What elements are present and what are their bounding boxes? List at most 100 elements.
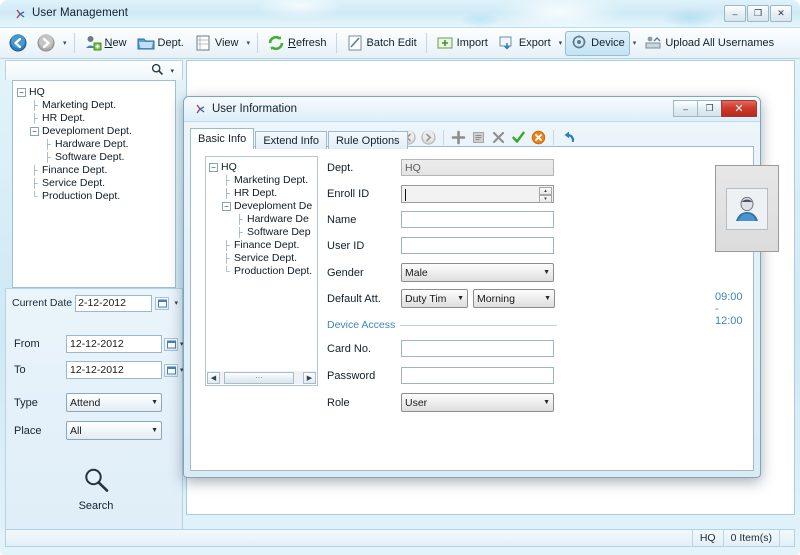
maximize-button[interactable]: ❐	[747, 5, 769, 22]
department-tree-node[interactable]: ├ Marketing Dept.	[17, 99, 171, 112]
toolbar-new-label: New	[104, 37, 127, 49]
from-calendar-icon[interactable]	[164, 337, 178, 351]
name-input[interactable]	[401, 211, 554, 228]
forward-button[interactable]	[32, 31, 60, 56]
place-select[interactable]: All ▼	[66, 421, 162, 440]
dialog-tree-node[interactable]: ├ Marketing Dept.	[209, 174, 315, 187]
tree-expander-icon[interactable]: −	[209, 162, 218, 172]
minimize-button[interactable]: –	[724, 5, 746, 22]
tree-branch-icon: ├	[31, 177, 38, 188]
current-date-calendar-icon[interactable]	[155, 296, 170, 310]
tab-rule-options[interactable]: Rule Options	[327, 131, 408, 149]
place-row: Place All ▼	[14, 421, 162, 440]
department-tree[interactable]: − HQ ├ Marketing Dept. ├ HR Dept. − Deveploment…	[12, 80, 176, 288]
toolbar-dept-button[interactable]: Dept.	[132, 31, 189, 56]
current-date-field[interactable]: 2-12-2012	[75, 294, 153, 312]
toolbar-import-button[interactable]: Import	[431, 31, 493, 56]
undo-icon[interactable]	[560, 129, 577, 146]
department-tree-node[interactable]: ├ Hardware Dept.	[17, 138, 171, 151]
user-management-window: User Management – ❐ ✕ ▾ New Dept. View ▾…	[0, 0, 800, 555]
device-caret[interactable]: ▾	[630, 39, 640, 47]
tab-basic-info[interactable]: Basic Info	[190, 128, 255, 149]
dialog-tree-node[interactable]: − Deveploment De	[209, 200, 315, 213]
dialog-tree-node[interactable]: └ Production Dept.	[209, 265, 315, 278]
from-label: From	[14, 338, 40, 350]
default-att-shift-select[interactable]: Morning ▼	[473, 289, 555, 308]
hscroll-right-arrow-icon[interactable]: ▶	[303, 371, 316, 384]
tree-expander-icon[interactable]: −	[30, 126, 39, 136]
dialog-department-tree[interactable]: − HQ ├ Marketing Dept. ├ HR Dept. − Deveploment…	[205, 156, 318, 386]
toolbar-device-button[interactable]: Device	[565, 30, 630, 56]
password-input[interactable]	[401, 367, 554, 384]
dialog-tree-nodes: − HQ ├ Marketing Dept. ├ HR Dept. − Deveploment…	[209, 161, 315, 278]
dialog-tree-hscrollbar[interactable]: ◀ ⋯ ▶	[207, 371, 316, 384]
to-calendar-icon[interactable]	[164, 363, 178, 377]
tree-expander-icon[interactable]: −	[222, 201, 231, 211]
role-select[interactable]: User ▼	[401, 393, 554, 412]
to-date-field[interactable]: 12-12-2012	[66, 361, 162, 379]
tree-node-label: Deveploment De	[234, 200, 313, 212]
enroll-id-stepper[interactable]: ▴ ▾	[401, 185, 554, 203]
user-photo-box[interactable]	[715, 165, 779, 252]
spin-down-icon[interactable]: ▾	[539, 195, 552, 203]
nav-history-caret[interactable]: ▾	[60, 39, 70, 47]
default-att-type-select[interactable]: Duty Tim ▼	[401, 289, 468, 308]
tree-node-label: Production Dept.	[234, 265, 313, 277]
view-caret[interactable]: ▾	[243, 39, 253, 47]
resize-grip-icon[interactable]	[779, 530, 794, 546]
hscroll-track[interactable]: ⋯	[220, 371, 303, 384]
add-record-icon[interactable]	[450, 129, 467, 146]
next-record-icon[interactable]	[420, 129, 437, 146]
hscroll-left-arrow-icon[interactable]: ◀	[207, 371, 220, 384]
from-date-field[interactable]: 12-12-2012	[66, 335, 162, 353]
close-button[interactable]: ✕	[770, 5, 792, 22]
department-tree-node[interactable]: ├ Service Dept.	[17, 177, 171, 190]
toolbar-export-button[interactable]: Export	[493, 31, 556, 56]
dialog-maximize-button[interactable]: ❐	[697, 100, 721, 117]
department-tree-node[interactable]: └ Production Dept.	[17, 190, 171, 203]
search-options-caret[interactable]: ▾	[168, 67, 174, 75]
toolbar-view-label: View	[214, 37, 239, 49]
toolbar-upload-all-usernames-button[interactable]: Upload All Usernames	[639, 31, 779, 56]
delete-record-icon[interactable]	[490, 129, 507, 146]
search-icon[interactable]	[151, 63, 164, 79]
toolbar-refresh-button[interactable]: Refresh	[262, 31, 332, 56]
department-tree-node[interactable]: ├ Finance Dept.	[17, 164, 171, 177]
gender-select[interactable]: Male ▼	[401, 263, 554, 282]
dialog-minimize-button[interactable]: –	[673, 100, 697, 117]
department-tree-node[interactable]: − HQ	[17, 86, 171, 99]
dialog-titlebar[interactable]: User Information – ❐ ✕	[184, 97, 760, 122]
current-date-caret[interactable]: ▾	[172, 299, 178, 307]
card-no-input[interactable]	[401, 340, 554, 357]
cancel-icon[interactable]	[530, 129, 547, 146]
department-tree-node[interactable]: ├ Software Dept.	[17, 151, 171, 164]
dialog-close-button[interactable]: ✕	[721, 100, 757, 117]
tree-branch-icon: ├	[31, 164, 38, 175]
dialog-tree-node[interactable]: ├ Software Dep	[209, 226, 315, 239]
toolbar-batch-edit-button[interactable]: Batch Edit	[341, 31, 422, 56]
dialog-tree-node[interactable]: ├ Finance Dept.	[209, 239, 315, 252]
edit-record-icon[interactable]	[470, 129, 487, 146]
spin-up-icon[interactable]: ▴	[539, 187, 552, 195]
tree-node-label: Finance Dept.	[42, 164, 108, 176]
enroll-id-input[interactable]	[404, 187, 538, 201]
hscroll-thumb[interactable]: ⋯	[224, 371, 294, 384]
dialog-tree-node[interactable]: ├ HR Dept.	[209, 187, 315, 200]
toolbar-view-button[interactable]: View	[189, 31, 244, 56]
user-id-input[interactable]	[401, 237, 554, 254]
type-select[interactable]: Attend ▼	[66, 393, 162, 412]
tab-extend-info[interactable]: Extend Info	[255, 131, 327, 149]
department-tree-node[interactable]: ├ HR Dept.	[17, 112, 171, 125]
confirm-icon[interactable]	[510, 129, 527, 146]
dialog-body: Basic Info Extend Info Rule Options − HQ…	[190, 124, 779, 471]
department-tree-node[interactable]: − Deveploment Dept.	[17, 125, 171, 138]
gender-value: Male	[405, 266, 428, 279]
back-button[interactable]	[4, 31, 32, 56]
dialog-tree-node[interactable]: ├ Hardware De	[209, 213, 315, 226]
tree-expander-icon[interactable]: −	[17, 87, 26, 97]
export-caret[interactable]: ▾	[556, 39, 566, 47]
toolbar-new-button[interactable]: New	[79, 31, 132, 56]
dialog-tree-node[interactable]: − HQ	[209, 161, 315, 174]
search-button[interactable]: Search	[64, 465, 128, 512]
dialog-tree-node[interactable]: ├ Service Dept.	[209, 252, 315, 265]
